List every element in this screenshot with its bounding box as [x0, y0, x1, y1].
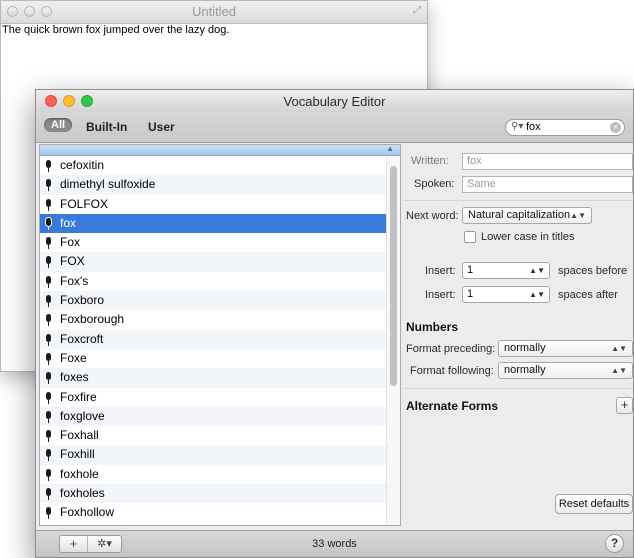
microphone-icon: [45, 352, 52, 365]
microphone-icon: [45, 507, 52, 520]
format-following-value: normally: [504, 364, 546, 376]
list-item[interactable]: foxhole: [40, 465, 400, 484]
stepper-arrows-icon: ▲▼: [529, 266, 545, 275]
next-word-value: Natural capitalization: [468, 209, 571, 221]
insert-after-label: Insert:: [425, 289, 456, 301]
microphone-icon: [45, 275, 52, 288]
list-item[interactable]: foxholes: [40, 484, 400, 504]
written-field[interactable]: fox: [462, 153, 633, 170]
list-item[interactable]: Fox's: [40, 272, 400, 291]
divider: [404, 388, 633, 389]
microphone-icon: [45, 295, 52, 308]
microphone-icon: [45, 198, 52, 211]
window-title: Untitled: [191, 4, 237, 19]
document-text[interactable]: The quick brown fox jumped over the lazy…: [2, 24, 229, 36]
microphone-icon: [45, 430, 52, 443]
insert-after-value: 1: [467, 288, 474, 300]
list-item[interactable]: Foxboro: [40, 291, 400, 311]
word-details-panel: Written: fox Spoken: Same Next word: Nat…: [404, 144, 633, 549]
list-item[interactable]: Foxhill: [40, 445, 400, 465]
list-item[interactable]: Foxborough: [40, 310, 400, 329]
help-button[interactable]: ?: [605, 534, 624, 553]
fullscreen-icon[interactable]: ⤢: [413, 5, 421, 16]
list-item[interactable]: Fox: [40, 233, 400, 252]
untitled-titlebar[interactable]: Untitled ⤢: [1, 1, 427, 24]
search-field[interactable]: ⚲▾ fox ×: [505, 119, 625, 136]
popup-arrows-icon: ▲▼: [611, 366, 627, 375]
format-preceding-value: normally: [504, 342, 546, 354]
list-item-selected[interactable]: fox: [40, 213, 400, 234]
lowercase-titles-label: Lower case in titles: [481, 231, 575, 243]
format-preceding-popup[interactable]: normally ▲▼: [498, 340, 633, 357]
add-alternate-form-button[interactable]: +: [616, 397, 633, 414]
insert-before-stepper[interactable]: 1 ▲▼: [462, 262, 550, 279]
microphone-icon: [45, 410, 52, 423]
microphone-icon: [45, 333, 52, 346]
spaces-before-label: spaces before: [558, 265, 628, 277]
list-item[interactable]: FOX: [40, 252, 400, 272]
spoken-field[interactable]: Same: [462, 176, 633, 193]
vocabulary-editor-window: Vocabulary Editor All Built-In User ⚲▾ f…: [35, 89, 634, 558]
microphone-icon: [45, 449, 52, 462]
list-column-header[interactable]: ▲: [40, 145, 400, 156]
popup-arrows-icon: ▲▼: [611, 344, 627, 353]
scope-user[interactable]: User: [148, 120, 175, 134]
microphone-icon: [45, 217, 52, 230]
lowercase-titles-checkbox[interactable]: [464, 231, 476, 243]
format-preceding-label: Format preceding:: [406, 343, 496, 355]
microphone-icon: [45, 160, 52, 172]
list-item[interactable]: FOLFOX: [40, 195, 400, 214]
list-item[interactable]: Foxfire: [40, 388, 400, 407]
vocabulary-editor-titlebar[interactable]: Vocabulary Editor: [36, 90, 633, 112]
microphone-icon: [45, 391, 52, 404]
microphone-icon: [45, 372, 52, 385]
sort-ascending-icon: ▲: [386, 144, 394, 153]
insert-after-stepper[interactable]: 1 ▲▼: [462, 286, 550, 303]
list-item[interactable]: foxes: [40, 368, 400, 388]
clear-search-icon[interactable]: ×: [610, 122, 621, 133]
scope-built-in[interactable]: Built-In: [86, 120, 127, 134]
magnifier-icon: ⚲▾: [511, 121, 524, 132]
list-item[interactable]: cefoxitin: [40, 156, 400, 175]
divider: [404, 200, 633, 201]
microphone-icon: [45, 256, 52, 269]
alternate-forms-heading: Alternate Forms: [406, 399, 499, 413]
insert-before-label: Insert:: [425, 265, 456, 277]
numbers-heading: Numbers: [406, 320, 459, 334]
list-item[interactable]: Foxe: [40, 349, 400, 368]
microphone-icon: [45, 468, 52, 481]
microphone-icon: [45, 179, 52, 192]
format-following-popup[interactable]: normally ▲▼: [498, 362, 633, 379]
spoken-label: Spoken:: [414, 178, 455, 190]
written-label: Written:: [411, 155, 449, 167]
list-item[interactable]: Foxhollow: [40, 503, 400, 522]
microphone-icon: [45, 488, 52, 501]
popup-arrows-icon: ▲▼: [570, 211, 586, 220]
next-word-label: Next word:: [406, 210, 459, 222]
insert-before-value: 1: [467, 264, 474, 276]
stepper-arrows-icon: ▲▼: [529, 290, 545, 299]
list-item[interactable]: Foxhall: [40, 426, 400, 445]
toolbar: All Built-In User ⚲▾ fox ×: [36, 112, 633, 143]
spaces-after-label: spaces after: [558, 289, 618, 301]
word-list[interactable]: ▲ cefoxitin dimethyl sulfoxide FOLFOX fo…: [39, 144, 401, 526]
bottom-bar: + ✲▾ 33 words ?: [36, 530, 633, 557]
list-scrollbar[interactable]: [386, 156, 400, 525]
next-word-popup[interactable]: Natural capitalization ▲▼: [462, 207, 592, 224]
scope-all[interactable]: All: [44, 118, 73, 132]
microphone-icon: [45, 314, 52, 327]
window-title: Vocabulary Editor: [283, 94, 386, 109]
reset-defaults-button[interactable]: Reset defaults: [555, 494, 633, 514]
format-following-label: Format following:: [410, 365, 494, 377]
search-input[interactable]: fox: [526, 121, 541, 133]
list-item[interactable]: Foxcroft: [40, 329, 400, 349]
scrollbar-thumb[interactable]: [390, 166, 397, 386]
list-item[interactable]: foxglove: [40, 406, 400, 427]
word-count: 33 words: [312, 538, 357, 550]
list-item[interactable]: dimethyl sulfoxide: [40, 175, 400, 195]
microphone-icon: [45, 237, 52, 250]
